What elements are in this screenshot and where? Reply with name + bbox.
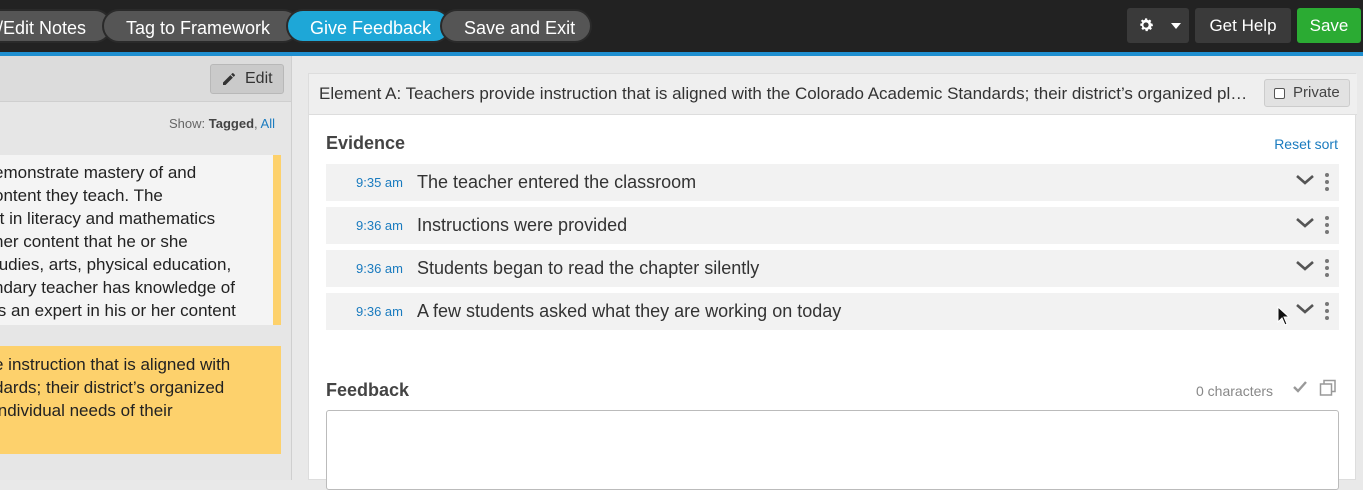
chevron-down-icon (1171, 23, 1181, 29)
evidence-heading: Evidence (326, 133, 406, 153)
evidence-text: A few students asked what they are worki… (417, 301, 842, 321)
evidence-time: 9:36 am (356, 304, 403, 319)
chevron-down-icon[interactable] (1295, 173, 1315, 187)
private-toggle[interactable]: Private (1264, 79, 1350, 107)
card-line: individual needs of their (0, 401, 173, 420)
element-title: Element A: Teachers provide instruction … (319, 84, 1254, 103)
framework-description-card[interactable]: emonstrate mastery of and ontent they te… (0, 155, 281, 325)
evidence-text: The teacher entered the classroom (417, 172, 697, 192)
card-line: is an expert in his or her content (0, 301, 236, 320)
step-tag-to-framework[interactable]: Tag to Framework (102, 9, 300, 43)
evidence-time: 9:35 am (356, 175, 403, 190)
element-header: Element A: Teachers provide instruction … (309, 74, 1357, 115)
chevron-down-icon[interactable] (1295, 216, 1315, 230)
feedback-heading: Feedback (326, 380, 410, 400)
selected-element-card[interactable]: e instruction that is aligned with dards… (0, 346, 281, 454)
save-button[interactable]: Save (1297, 8, 1361, 43)
step-save-and-exit[interactable]: Save and Exit (440, 9, 592, 43)
edit-label: Edit (245, 70, 273, 87)
card-line: her content that he or she (0, 232, 188, 251)
settings-dropdown-button[interactable] (1127, 8, 1189, 43)
evidence-row[interactable]: 9:36 am Instructions were provided (326, 207, 1339, 244)
top-toolbar: /Edit Notes Tag to Framework Give Feedba… (0, 0, 1363, 52)
step-give-feedback[interactable]: Give Feedback (286, 9, 451, 43)
gear-icon (1140, 18, 1154, 32)
card-line: ontent they teach. The (0, 186, 163, 205)
chevron-down-icon[interactable] (1295, 259, 1315, 273)
card-line: e instruction that is aligned with (0, 355, 231, 374)
card-line: emonstrate mastery of and (0, 163, 197, 182)
feedback-textarea[interactable] (326, 410, 1339, 490)
show-separator: , (254, 116, 258, 131)
reset-sort-link[interactable]: Reset sort (1274, 136, 1338, 152)
chevron-down-icon[interactable] (1295, 302, 1315, 316)
private-label: Private (1293, 84, 1340, 101)
more-options-icon[interactable] (1325, 259, 1329, 280)
evidence-text: Students began to read the chapter silen… (417, 258, 760, 278)
evidence-text: Instructions were provided (417, 215, 628, 235)
more-options-icon[interactable] (1325, 302, 1329, 323)
evidence-time: 9:36 am (356, 218, 403, 233)
show-tagged-option[interactable]: Tagged (209, 116, 254, 131)
check-icon[interactable] (1292, 380, 1308, 394)
show-label: Show: (168, 116, 206, 131)
mouse-cursor-icon (1277, 306, 1291, 326)
card-line: rt in literacy and mathematics (0, 209, 216, 228)
evidence-row[interactable]: 9:36 am A few students asked what they a… (326, 293, 1339, 330)
get-help-button[interactable]: Get Help (1195, 8, 1291, 43)
step-edit-notes[interactable]: /Edit Notes (0, 9, 112, 43)
card-line: dards; their district’s organized (0, 378, 225, 397)
evidence-row[interactable]: 9:36 am Students began to read the chapt… (326, 250, 1339, 287)
feedback-panel: Element A: Teachers provide instruction … (308, 73, 1357, 490)
checkbox-icon (1274, 88, 1285, 99)
show-filter: Show: Tagged, All (169, 116, 275, 131)
framework-panel: Edit Show: Tagged, All emonstrate master… (0, 56, 292, 480)
evidence-time: 9:36 am (356, 261, 403, 276)
evidence-row[interactable]: 9:35 am The teacher entered the classroo… (326, 164, 1339, 201)
edit-button[interactable]: Edit (210, 64, 284, 94)
card-line: tudies, arts, physical education, (0, 255, 232, 274)
character-count: 0 characters (1196, 383, 1274, 399)
card-line: ndary teacher has knowledge of (0, 278, 235, 297)
framework-panel-header: Edit (0, 56, 291, 102)
pencil-icon (223, 72, 236, 85)
show-all-link[interactable]: All (261, 116, 275, 131)
more-options-icon[interactable] (1325, 216, 1329, 237)
copy-icon[interactable] (1319, 379, 1337, 397)
more-options-icon[interactable] (1325, 173, 1329, 194)
